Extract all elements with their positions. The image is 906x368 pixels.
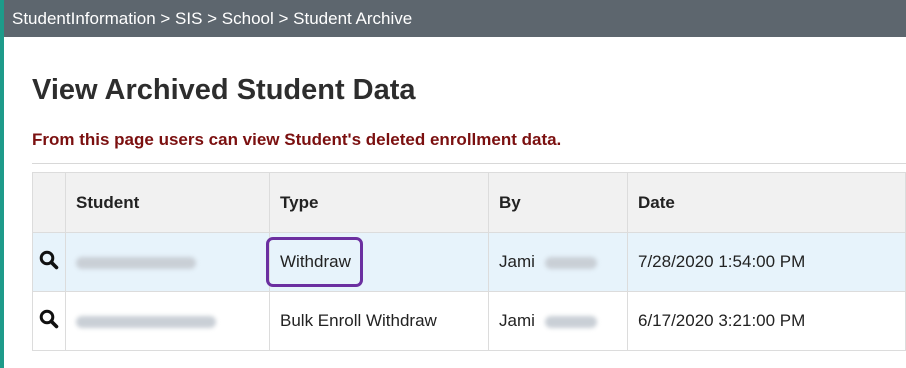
table-header-row: Student Type By Date (32, 172, 906, 233)
type-highlight-box: Withdraw (266, 237, 363, 287)
header-icon-column (32, 172, 66, 233)
type-value: Bulk Enroll Withdraw (280, 311, 437, 330)
view-cell (32, 291, 66, 351)
student-cell (65, 232, 270, 292)
type-cell: Bulk Enroll Withdraw (269, 291, 489, 351)
header-date[interactable]: Date (627, 172, 906, 233)
view-cell (32, 232, 66, 292)
date-cell: 7/28/2020 1:54:00 PM (627, 232, 906, 292)
header-by[interactable]: By (488, 172, 628, 233)
redacted-by-last-name (544, 315, 597, 328)
header-student[interactable]: Student (65, 172, 270, 233)
redacted-student-name (76, 315, 216, 328)
date-cell: 6/17/2020 3:21:00 PM (627, 291, 906, 351)
header-type[interactable]: Type (269, 172, 489, 233)
search-icon[interactable] (39, 250, 59, 270)
student-cell (65, 291, 270, 351)
breadcrumb: StudentInformation > SIS > School > Stud… (4, 0, 906, 37)
page-title: View Archived Student Data (32, 74, 416, 106)
search-icon[interactable] (39, 309, 59, 329)
type-value: Withdraw (280, 252, 351, 271)
table-row[interactable]: Withdraw Jami 7/28/2020 1:54:00 PM (32, 232, 906, 292)
by-first-name: Jami (499, 311, 535, 330)
page-subtitle: From this page users can view Student's … (32, 130, 562, 149)
divider (32, 163, 906, 164)
redacted-student-name (76, 256, 196, 269)
left-accent-rule (0, 0, 4, 368)
redacted-by-last-name (544, 256, 597, 269)
by-cell: Jami (488, 291, 628, 351)
by-first-name: Jami (499, 252, 535, 271)
archived-student-table: Student Type By Date Withdraw Jami 7/28/… (32, 172, 906, 351)
by-cell: Jami (488, 232, 628, 292)
type-cell: Withdraw (266, 232, 489, 292)
table-row[interactable]: Bulk Enroll Withdraw Jami 6/17/2020 3:21… (32, 291, 906, 351)
